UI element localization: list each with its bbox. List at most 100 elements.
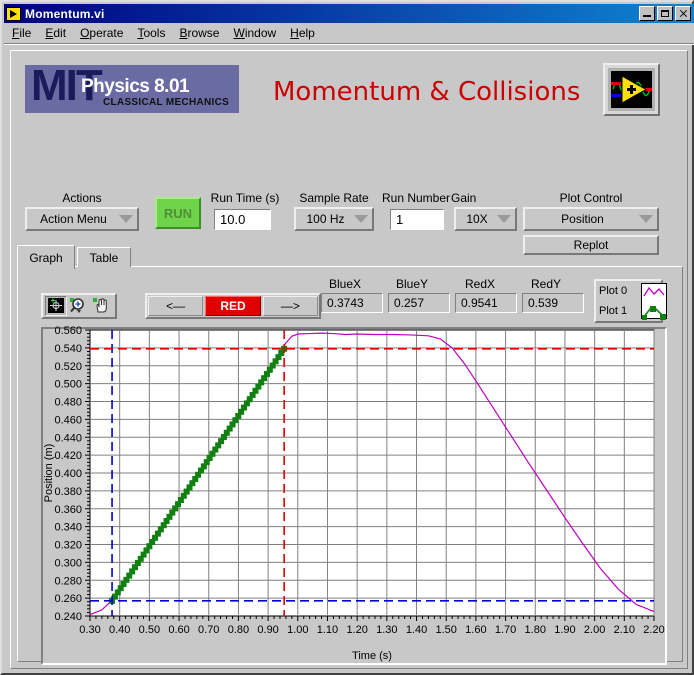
sample-rate-dropdown[interactable]: 100 Hz	[294, 207, 374, 231]
window-controls	[639, 6, 691, 21]
run-time-input[interactable]: 10.0	[214, 209, 271, 230]
action-menu-dropdown[interactable]: Action Menu	[25, 207, 139, 231]
window-title: Momentum.vi	[25, 6, 105, 21]
y-tick-label: 0.300	[54, 557, 82, 569]
run-number-label: Run Number	[381, 191, 451, 205]
y-tick-label: 0.260	[54, 593, 82, 605]
legend-label-plot0: Plot 0	[599, 284, 628, 297]
page-title: Momentum & Collisions	[273, 77, 581, 107]
menu-item-window[interactable]: Window	[233, 26, 276, 40]
menu-separator	[4, 43, 694, 45]
legend-labels: Plot 0 Plot 1	[596, 281, 641, 321]
sample-rate-label: Sample Rate	[299, 191, 369, 205]
x-tick-label: 2.10	[614, 624, 635, 636]
x-tick-label: 1.00	[287, 624, 308, 636]
run-button[interactable]: RUN	[155, 197, 201, 229]
menu-item-help[interactable]: Help	[290, 26, 315, 40]
maximize-button[interactable]	[657, 6, 673, 21]
x-tick-label: 0.50	[139, 624, 160, 636]
x-tick-label: 1.10	[317, 624, 338, 636]
x-tick-label: 1.40	[406, 624, 427, 636]
y-tick-label: 0.560	[54, 326, 82, 337]
x-tick-label: 2.00	[584, 624, 605, 636]
menu-bar: File Edit Operate Tools Browse Window He…	[4, 23, 694, 43]
course-label: Physics 8.01	[81, 76, 190, 97]
tab-strip: Graph Table	[17, 245, 683, 269]
y-tick-label: 0.280	[54, 575, 82, 587]
redy-label: RedY	[531, 277, 562, 291]
chevron-down-icon	[639, 215, 653, 223]
x-tick-label: 2.20	[643, 624, 664, 636]
run-time-label: Run Time (s)	[210, 191, 280, 205]
close-button[interactable]	[675, 6, 691, 21]
course-subtitle: CLASSICAL MECHANICS	[103, 97, 230, 108]
menu-item-edit[interactable]: Edit	[45, 26, 66, 40]
sample-rate-value: 100 Hz	[306, 212, 345, 226]
y-tick-label: 0.420	[54, 450, 82, 462]
bluey-value[interactable]: 0.257	[388, 293, 450, 313]
cursor-next-button[interactable]: —>	[262, 296, 318, 316]
y-tick-label: 0.320	[54, 540, 82, 552]
bluex-label: BlueX	[329, 277, 362, 291]
active-cursor-button[interactable]: RED	[205, 296, 261, 316]
y-tick-label: 0.460	[54, 414, 82, 426]
x-tick-label: 0.60	[168, 624, 189, 636]
gain-dropdown[interactable]: 10X	[454, 207, 517, 231]
y-axis-title: Position (m)	[43, 444, 55, 503]
x-tick-label: 1.90	[554, 624, 575, 636]
legend-swatch	[641, 283, 667, 320]
tab-graph[interactable]: Graph	[17, 245, 75, 269]
zoom-tool-icon[interactable]	[68, 296, 90, 316]
y-tick-label: 0.540	[54, 343, 82, 355]
x-tick-label: 0.40	[109, 624, 130, 636]
menu-item-operate[interactable]: Operate	[80, 26, 123, 40]
pan-hand-tool-icon[interactable]	[91, 296, 113, 316]
menu-item-browse[interactable]: Browse	[179, 26, 219, 40]
y-tick-label: 0.500	[54, 379, 82, 391]
cursor-navigation-bar: <— RED —>	[145, 293, 321, 319]
x-tick-label: 0.90	[257, 624, 278, 636]
x-tick-label: 1.50	[435, 624, 456, 636]
y-axis-ticks	[85, 329, 90, 617]
chevron-down-icon	[497, 215, 511, 223]
cursor-crosshair-tool-icon[interactable]	[45, 296, 67, 316]
x-tick-label: 1.30	[376, 624, 397, 636]
bluey-label: BlueY	[396, 277, 429, 291]
redy-value[interactable]: 0.539	[522, 293, 584, 313]
redx-value[interactable]: 0.9541	[455, 293, 517, 313]
cursor-prev-button[interactable]: <—	[148, 296, 204, 316]
plot-control-dropdown[interactable]: Position	[523, 207, 659, 231]
x-axis-tick-labels: 0.30 0.40 0.50 0.60 0.70 0.80 0.90 1.00 1.10 1.20…	[79, 624, 664, 636]
plot-legend[interactable]: Plot 0 Plot 1	[594, 279, 667, 323]
run-number-input[interactable]: 1	[390, 209, 444, 230]
y-axis-tick-labels: 0.240 0.260 0.280 0.300 0.320 0.340 0.360 0.380…	[54, 326, 82, 623]
redx-label: RedX	[465, 277, 496, 291]
mit-logo: MIT Physics 8.01 CLASSICAL MECHANICS	[25, 65, 239, 113]
x-tick-label: 0.70	[198, 624, 219, 636]
legend-label-plot1: Plot 1	[599, 304, 628, 317]
x-tick-label: 0.30	[79, 624, 100, 636]
x-tick-label: 1.70	[495, 624, 516, 636]
minimize-button[interactable]	[639, 6, 655, 21]
title-bar: Momentum.vi	[4, 4, 694, 23]
position-vs-time-graph[interactable]: 0.240 0.260 0.280 0.300 0.320 0.340 0.360 0.380…	[40, 326, 666, 664]
menu-item-file[interactable]: File	[12, 26, 31, 40]
menu-item-tools[interactable]: Tools	[137, 26, 165, 40]
y-tick-label: 0.240	[54, 611, 82, 623]
action-menu-value: Action Menu	[40, 212, 107, 226]
x-tick-label: 1.60	[465, 624, 486, 636]
application-window: Momentum.vi File Edit Operate Tools Brow…	[0, 0, 694, 675]
labview-logo-icon	[603, 63, 660, 116]
y-tick-label: 0.400	[54, 468, 82, 480]
chevron-down-icon	[354, 215, 368, 223]
tab-table[interactable]: Table	[77, 247, 131, 267]
y-tick-label: 0.440	[54, 432, 82, 444]
graph-tool-palette	[41, 293, 117, 319]
y-tick-label: 0.520	[54, 361, 82, 373]
x-tick-label: 1.80	[525, 624, 546, 636]
vi-title-icon	[6, 6, 21, 21]
gain-label: Gain	[451, 191, 477, 205]
y-tick-label: 0.380	[54, 486, 82, 498]
x-axis-ticks	[89, 616, 655, 621]
bluex-value[interactable]: 0.3743	[321, 293, 383, 313]
